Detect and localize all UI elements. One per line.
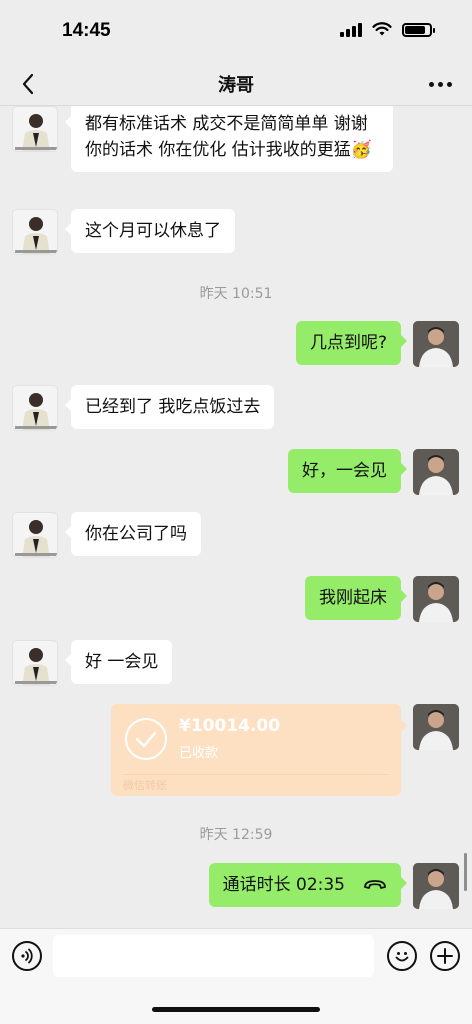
message-received: 你在公司了吗: [0, 512, 472, 562]
chevron-left-icon: [22, 73, 34, 95]
message-bubble[interactable]: 好，一会见: [288, 449, 407, 493]
message-received: 好 一会见: [0, 640, 472, 690]
chat-area[interactable]: 都有标准话术 成交不是简简单单 谢谢你的话术 你在优化 估计我收的更猛🥳 这个月…: [0, 106, 472, 928]
voice-button[interactable]: [12, 941, 42, 971]
check-icon: [125, 718, 167, 760]
message-sent: 通话时长 02:35: [0, 863, 472, 913]
plus-icon: [437, 948, 453, 964]
message-sent: 我刚起床: [0, 576, 472, 626]
message-received: 这个月可以休息了: [0, 209, 472, 259]
message-bubble[interactable]: 我刚起床: [305, 576, 407, 620]
status-time: 14:45: [62, 20, 111, 41]
message-timestamp: 昨天 12:59: [199, 827, 273, 843]
contact-avatar[interactable]: [12, 512, 58, 558]
transfer-card[interactable]: ¥10014.00 已收款 微信转账: [111, 704, 407, 796]
chat-title: 涛哥: [218, 74, 254, 96]
my-avatar[interactable]: [413, 704, 459, 750]
message-input[interactable]: [53, 935, 374, 977]
wifi-icon: [372, 22, 392, 36]
message-bubble[interactable]: 已经到了 我吃点饭过去: [64, 385, 275, 429]
contact-avatar[interactable]: [12, 106, 58, 152]
message-bubble[interactable]: 好 一会见: [64, 640, 173, 684]
my-avatar[interactable]: [413, 863, 459, 909]
call-record-bubble[interactable]: 通话时长 02:35: [208, 863, 408, 907]
battery-icon: [402, 22, 435, 37]
nav-bar: 涛哥: [0, 62, 472, 106]
my-avatar[interactable]: [413, 321, 459, 367]
home-indicator[interactable]: [152, 1007, 320, 1012]
message-received: 都有标准话术 成交不是简简单单 谢谢你的话术 你在优化 估计我收的更猛🥳: [0, 106, 472, 192]
scrollbar[interactable]: [464, 853, 467, 891]
message-timestamp: 昨天 10:51: [199, 286, 273, 302]
transfer-amount: ¥10014.00: [179, 716, 281, 736]
status-bar: 14:45: [0, 0, 472, 62]
contact-avatar[interactable]: [12, 209, 58, 255]
transfer-footer: 微信转账: [123, 779, 167, 792]
message-bubble[interactable]: 你在公司了吗: [65, 512, 201, 556]
transfer-divider: [123, 774, 389, 775]
emoji-icon: [395, 952, 409, 962]
message-sent: 几点到呢?: [0, 321, 472, 371]
contact-avatar[interactable]: [12, 640, 58, 686]
status-icons: [340, 22, 435, 37]
plus-button[interactable]: [430, 941, 460, 971]
back-button[interactable]: [14, 70, 42, 98]
signal-icon: [340, 22, 362, 37]
emoji-button[interactable]: [387, 941, 417, 971]
more-dots-icon[interactable]: [426, 72, 454, 96]
message-bubble[interactable]: 都有标准话术 成交不是简简单单 谢谢你的话术 你在优化 估计我收的更猛🥳: [65, 106, 393, 172]
voice-icon: [21, 948, 33, 964]
my-avatar[interactable]: [413, 449, 459, 495]
my-avatar[interactable]: [413, 576, 459, 622]
call-duration: 通话时长 02:35: [222, 875, 345, 895]
message-received: 已经到了 我吃点饭过去: [0, 385, 472, 435]
message-sent: ¥10014.00 已收款 微信转账: [0, 704, 472, 798]
message-bubble[interactable]: 几点到呢?: [295, 321, 408, 365]
transfer-status: 已收款: [179, 746, 219, 761]
message-bubble[interactable]: 这个月可以休息了: [65, 209, 235, 253]
message-sent: 好，一会见: [0, 449, 472, 499]
contact-avatar[interactable]: [12, 385, 58, 431]
phone-hangup-icon: [364, 880, 386, 889]
